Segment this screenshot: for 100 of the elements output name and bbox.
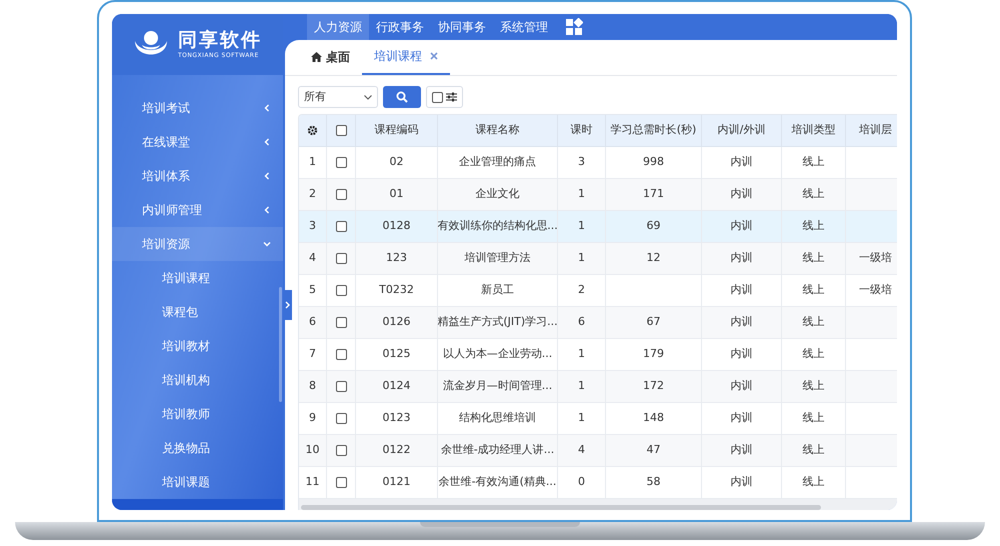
table-cell-text: 企业管理的痛点 [459, 154, 536, 170]
close-icon[interactable] [430, 52, 438, 60]
table-cell-text: 148 [643, 410, 664, 426]
table-cell-text: 余世维-有效沟通(精典... [438, 474, 556, 490]
sidebar-item[interactable]: 培训考试 [112, 91, 283, 125]
table-cell-text: 0128 [382, 218, 410, 234]
table-cell-text: 6 [578, 314, 585, 330]
sidebar-item[interactable]: 在线课堂 [112, 125, 283, 159]
sidebar-subitem[interactable]: 培训课题 [112, 465, 283, 499]
table-cell-text: 线上 [802, 442, 824, 458]
nav-tab[interactable]: 协同事务 [431, 14, 493, 40]
table-row[interactable]: 9 0123 结构化思维培训 1 148 内训 线上 [299, 403, 897, 435]
checkbox[interactable] [336, 413, 346, 424]
table-cell-text: 1 [578, 250, 585, 266]
table-cell-text: 线上 [802, 250, 824, 266]
table-cell-text: 1 [578, 378, 585, 394]
table-cell-text: 172 [643, 378, 664, 394]
table-cell-text: 3 [578, 154, 585, 170]
table-cell-text: 0123 [382, 410, 410, 426]
chevron-right-icon [285, 301, 290, 309]
checkbox[interactable] [336, 317, 346, 328]
checkbox[interactable] [336, 349, 346, 360]
table-cell-text: 流金岁月—时间管理... [442, 378, 552, 394]
table-cell-text: 内训 [730, 410, 752, 426]
page-tab[interactable]: 培训课程 [362, 39, 450, 75]
chevron-left-icon [263, 138, 271, 146]
horizontal-scrollbar[interactable] [301, 505, 821, 510]
apps-grid-icon[interactable] [565, 18, 583, 36]
table-cell-text: 47 [646, 442, 660, 458]
search-button[interactable] [383, 86, 421, 108]
checkbox[interactable] [336, 285, 346, 296]
table-cell-text: 内训 [730, 378, 752, 394]
table-row[interactable]: 8 0124 流金岁月—时间管理... 1 172 内训 线上 [299, 371, 897, 403]
table-cell-text: 余世维-成功经理人讲... [440, 442, 554, 458]
nav-tab[interactable]: 行政事务 [369, 14, 431, 40]
table-cell-text: 123 [386, 250, 407, 266]
table-row[interactable]: 5 T0232 新员工 2 内训 线上 一级培 [299, 275, 897, 307]
table-cell-text: 一级培 [859, 250, 892, 266]
sidebar-item[interactable]: 内训师管理 [112, 193, 283, 227]
checkbox[interactable] [336, 445, 346, 456]
table-cell-text: 结构化思维培训 [459, 410, 536, 426]
table-cell-text: 1 [578, 186, 585, 202]
table-cell-text: 新员工 [481, 282, 514, 298]
table-row[interactable]: 10 0122 余世维-成功经理人讲... 4 47 内训 线上 [299, 435, 897, 467]
sidebar-item[interactable]: 培训体系 [112, 159, 283, 193]
table-cell-text: 179 [643, 346, 664, 362]
table-cell-text: 0124 [382, 378, 410, 394]
settings-icon[interactable] [307, 125, 318, 136]
table-cell-text: 线上 [802, 314, 824, 330]
page-tab[interactable]: 桌面 [299, 39, 362, 75]
logo-name: 同享软件 [178, 28, 262, 51]
chevron-left-icon [263, 104, 271, 112]
table-cell-text: 线上 [802, 218, 824, 234]
home-icon [311, 52, 322, 62]
checkbox[interactable] [336, 125, 346, 136]
scrollbar[interactable] [279, 287, 282, 402]
table-row[interactable]: 4 123 培训管理方法 1 12 内训 线上 一级培 [299, 243, 897, 275]
checkbox[interactable] [336, 189, 346, 200]
table-cell-text: 0121 [382, 474, 410, 490]
table-cell-text: 69 [646, 218, 660, 234]
table-cell-text: 一级培 [859, 282, 892, 298]
table-cell-text: 企业文化 [476, 186, 520, 202]
column-toggle-button[interactable] [426, 86, 463, 108]
table-cell-text: 内训 [730, 442, 752, 458]
sidebar-subitem[interactable]: 培训机构 [112, 363, 283, 397]
table-cell-text: 1 [578, 346, 585, 362]
sidebar-subitem[interactable]: 培训教材 [112, 329, 283, 363]
table-cell-text: 0122 [382, 442, 410, 458]
table-row[interactable]: 1 02 企业管理的痛点 3 998 内训 线上 [299, 147, 897, 179]
table-cell-text: 线上 [802, 474, 824, 490]
table-row[interactable]: 2 01 企业文化 1 171 内训 线上 [299, 179, 897, 211]
table-cell-text: 0125 [382, 346, 410, 362]
checkbox[interactable] [336, 253, 346, 264]
table-cell-text: 内训 [730, 250, 752, 266]
table-cell-text: 线上 [802, 186, 824, 202]
table-cell-text: 0 [578, 474, 585, 490]
table-cell-text: 培训管理方法 [464, 250, 530, 266]
checkbox[interactable] [432, 92, 443, 102]
table-cell-text: 01 [390, 186, 404, 202]
sidebar-subitem[interactable]: 兑换物品 [112, 431, 283, 465]
table-row[interactable]: 11 0121 余世维-有效沟通(精典... 0 58 内训 线上 [299, 467, 897, 499]
checkbox[interactable] [336, 221, 346, 232]
table-cell-text: 内训 [730, 282, 752, 298]
checkbox[interactable] [336, 157, 346, 168]
table-cell-text: 0126 [382, 314, 410, 330]
nav-tab[interactable]: 人力资源 [307, 14, 369, 40]
sliders-icon [446, 92, 457, 102]
chevron-down-icon [263, 240, 271, 248]
chevron-left-icon [263, 206, 271, 214]
table-cell-text: 4 [578, 442, 585, 458]
table-cell-text: 线上 [802, 378, 824, 394]
table-cell-text: 线上 [802, 154, 824, 170]
collapse-handle[interactable] [283, 290, 292, 320]
filter-select[interactable]: 所有 [298, 86, 378, 108]
table-cell-text: 内训 [730, 346, 752, 362]
sidebar-subitem[interactable]: 培训教师 [112, 397, 283, 431]
nav-tab[interactable]: 系统管理 [493, 14, 555, 40]
checkbox[interactable] [336, 477, 346, 488]
table-row[interactable]: 7 0125 以人为本—企业劳动... 1 179 内训 线上 [299, 339, 897, 371]
checkbox[interactable] [336, 381, 346, 392]
